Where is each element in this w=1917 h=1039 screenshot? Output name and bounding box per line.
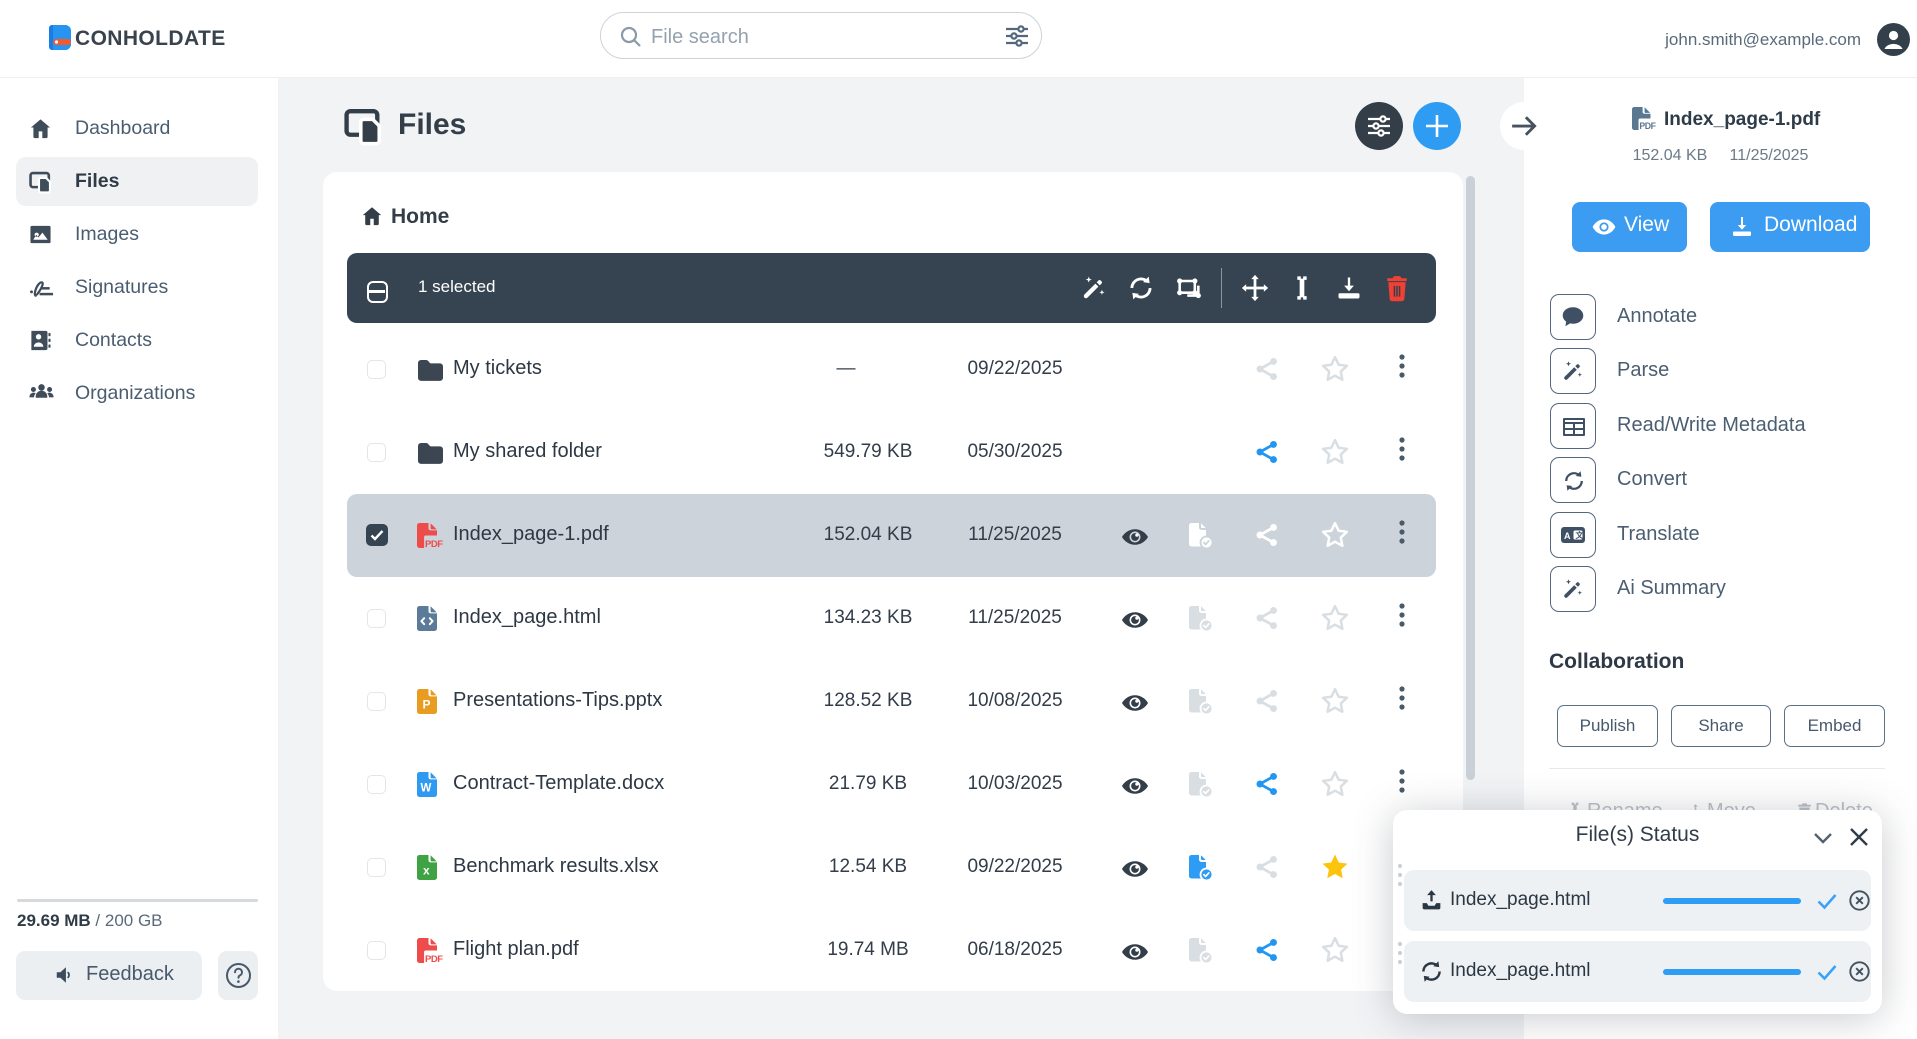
svg-text:PDF: PDF (1639, 121, 1656, 131)
svg-text:PDF: PDF (425, 539, 443, 548)
svg-text:文: 文 (1576, 530, 1585, 540)
svg-text:A: A (1564, 531, 1571, 541)
svg-text:PDF: PDF (425, 954, 443, 963)
svg-text:W: W (421, 783, 432, 795)
svg-text:x: x (423, 864, 430, 878)
svg-text:P: P (423, 698, 431, 712)
